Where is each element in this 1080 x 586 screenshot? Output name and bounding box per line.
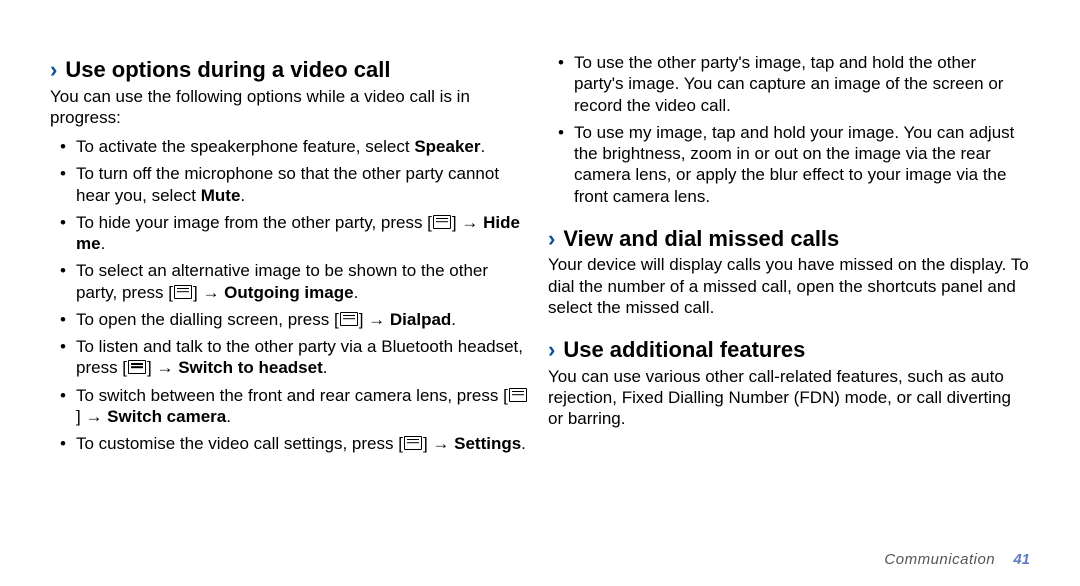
bold-term: Outgoing image (224, 283, 353, 302)
section-title: Use additional features (563, 336, 805, 364)
left-column: › Use options during a video call You ca… (50, 52, 532, 562)
section-header-missed-calls: › View and dial missed calls (548, 225, 1030, 253)
list-item: To activate the speakerphone feature, se… (76, 136, 532, 157)
list-item: To turn off the microphone so that the o… (76, 163, 532, 206)
bold-term: Mute (201, 186, 241, 205)
menu-icon (404, 436, 422, 450)
chevron-icon: › (548, 336, 555, 364)
bullet-list: To activate the speakerphone feature, se… (50, 136, 532, 454)
section-title: Use options during a video call (65, 56, 390, 84)
menu-icon (174, 285, 192, 299)
bold-term: Switch to headset (178, 358, 323, 377)
list-item: To open the dialling screen, press [] → … (76, 309, 532, 330)
bold-term: Dialpad (390, 310, 451, 329)
menu-icon (128, 360, 146, 374)
section-intro: You can use various other call-related f… (548, 366, 1030, 430)
bold-term: Hide me (76, 213, 520, 253)
bold-term: Settings (454, 434, 521, 453)
bullet-list-continued: To use the other party's image, tap and … (548, 52, 1030, 207)
menu-icon (509, 388, 527, 402)
section-intro: You can use the following options while … (50, 86, 532, 129)
list-item: To customise the video call settings, pr… (76, 433, 532, 454)
document-page: › Use options during a video call You ca… (0, 0, 1080, 586)
menu-icon (433, 215, 451, 229)
list-item: To switch between the front and rear cam… (76, 385, 532, 428)
section-intro: Your device will display calls you have … (548, 254, 1030, 318)
list-item: To listen and talk to the other party vi… (76, 336, 532, 379)
chevron-icon: › (548, 225, 555, 253)
bold-term: Switch camera (107, 407, 226, 426)
list-item: To hide your image from the other party,… (76, 212, 532, 255)
menu-icon (340, 312, 358, 326)
footer-page-number: 41 (1013, 551, 1030, 568)
section-header-video-call-options: › Use options during a video call (50, 56, 532, 84)
section-title: View and dial missed calls (563, 225, 839, 253)
list-item: To use the other party's image, tap and … (574, 52, 1030, 116)
chevron-icon: › (50, 56, 57, 84)
right-column: To use the other party's image, tap and … (548, 52, 1030, 562)
footer-section: Communication (884, 551, 995, 568)
section-header-additional-features: › Use additional features (548, 336, 1030, 364)
list-item: To use my image, tap and hold your image… (574, 122, 1030, 207)
page-footer: Communication 41 (884, 551, 1030, 568)
bold-term: Speaker (414, 137, 480, 156)
list-item: To select an alternative image to be sho… (76, 260, 532, 303)
